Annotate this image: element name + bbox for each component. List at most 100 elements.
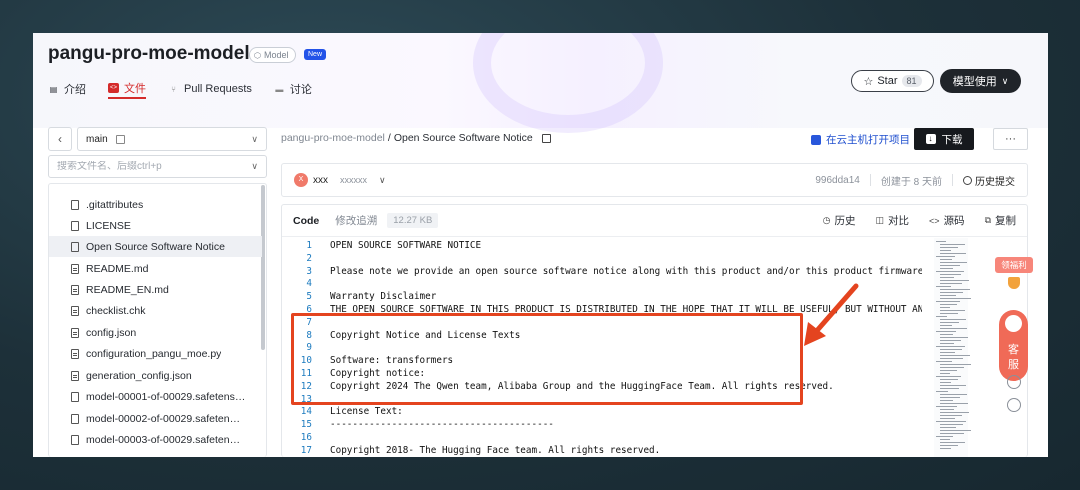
minimap-line (940, 247, 958, 248)
file-item[interactable]: configuration_pangu_moe.py (49, 343, 262, 364)
commit-hash[interactable]: 996dda14 (815, 175, 860, 186)
branch-select[interactable]: main ∨ (77, 127, 267, 151)
file-item[interactable]: model-00002-of-00029.safeten… (49, 408, 262, 429)
repo-tabs: ▤ 介绍 <> 文件 ⑂ Pull Requests ▬ 讨论 (48, 79, 312, 99)
pointer-arrow-icon (804, 283, 859, 346)
chevron-down-icon: ∨ (251, 133, 258, 144)
feedback-icon[interactable] (1007, 375, 1021, 389)
code-minimap[interactable] (934, 238, 971, 457)
file-icon (71, 434, 79, 445)
smiley-icon[interactable] (1007, 398, 1021, 412)
minimap-line (940, 262, 967, 263)
customer-service-button[interactable]: 客 服 (999, 310, 1028, 381)
file-name: README_EN.md (86, 283, 169, 296)
minimap-line (936, 301, 960, 302)
source-button[interactable]: <> 源码 (929, 213, 965, 228)
tab-files[interactable]: <> 文件 (108, 79, 146, 99)
minimap-line (940, 319, 966, 320)
tab-blame[interactable]: 修改追溯 (335, 213, 377, 228)
minimap-line (940, 298, 971, 299)
line-number: 15 (300, 419, 312, 431)
file-item[interactable]: README_EN.md (49, 279, 262, 300)
back-button[interactable]: ‹ (48, 127, 72, 151)
line-number: 1 (306, 240, 312, 251)
copy-label: 复制 (995, 215, 1016, 227)
file-item[interactable]: README.md (49, 258, 262, 279)
minimap-line (940, 340, 961, 341)
line-number: 14 (300, 406, 312, 418)
copy-button[interactable]: ⧉ 复制 (985, 213, 1016, 228)
tab-discussion[interactable]: ▬ 讨论 (274, 79, 312, 99)
minimap-line (940, 253, 966, 254)
file-name: LICENSE (86, 219, 131, 232)
json-file-icon (71, 370, 79, 381)
tab-pull-requests-label: Pull Requests (184, 83, 252, 95)
minimap-line (940, 277, 954, 278)
breadcrumb-root[interactable]: pangu-pro-moe-model (281, 132, 385, 144)
minimap-line (940, 280, 969, 281)
source-label: 源码 (943, 215, 965, 227)
minimap-line (940, 349, 962, 350)
chevron-down-icon[interactable]: ∨ (251, 161, 258, 172)
file-search-input[interactable] (57, 161, 252, 172)
copy-icon[interactable] (115, 134, 125, 144)
file-icon (71, 241, 79, 252)
welfare-badge[interactable]: 领福利 (995, 257, 1033, 273)
file-item[interactable]: checklist.chk (49, 300, 262, 321)
model-use-label: 模型使用 (952, 76, 997, 88)
minimap-line (936, 346, 965, 347)
star-count: 81 (901, 75, 922, 87)
minimap-line (940, 433, 964, 434)
star-button[interactable]: ☆ Star 81 (851, 70, 934, 92)
minimap-line (940, 385, 966, 386)
minimap-line (940, 379, 958, 380)
code-file-icon: <> (108, 83, 119, 93)
file-tree: .gitattributes LICENSE Open Source Softw… (48, 183, 267, 457)
more-button[interactable]: ··· (993, 128, 1028, 150)
file-item[interactable]: generation_config.json (49, 365, 262, 386)
minimap-line (940, 322, 959, 323)
minimap-line (940, 370, 957, 371)
file-name: Open Source Software Notice (86, 240, 225, 253)
model-use-button[interactable]: 模型使用 ∨ (940, 69, 1021, 93)
file-search: ∨ (48, 155, 267, 178)
minimap-line (940, 283, 962, 284)
file-item[interactable]: model-00003-of-00029.safeten… (49, 429, 262, 450)
file-item[interactable]: .gitattributes (49, 194, 262, 215)
cube-icon: ⬡ (254, 50, 261, 60)
minimap-line (936, 271, 964, 272)
minimap-line (940, 289, 970, 290)
minimap-line (940, 292, 963, 293)
minimap-line (940, 307, 950, 308)
trophy-icon[interactable] (1008, 277, 1020, 289)
file-name: .gitattributes (86, 198, 144, 211)
minimap-line (940, 397, 960, 398)
history-button[interactable]: ◷ 历史 (823, 213, 856, 228)
download-button[interactable]: ↓ 下载 (914, 128, 974, 150)
json-file-icon (71, 327, 79, 338)
tab-code[interactable]: Code (293, 215, 319, 227)
compare-button[interactable]: ◫ 对比 (876, 213, 910, 228)
minimap-line (940, 388, 959, 389)
tab-pull-requests[interactable]: ⑂ Pull Requests (168, 79, 252, 99)
tab-files-label: 文件 (124, 83, 146, 95)
file-item-selected[interactable]: Open Source Software Notice (49, 236, 262, 257)
code-line: 14 License Text: (282, 406, 403, 419)
commit-author[interactable]: xxx (313, 175, 328, 186)
file-name: configuration_pangu_moe.py (86, 347, 222, 360)
file-item[interactable]: model-00001-of-00029.safetens… (49, 386, 262, 407)
tab-intro-label: 介绍 (64, 84, 86, 96)
commit-history-link[interactable]: 历史提交 (963, 173, 1015, 188)
minimap-line (940, 295, 956, 296)
file-item[interactable]: LICENSE (49, 215, 262, 236)
chevron-down-icon[interactable]: ∨ (379, 175, 386, 186)
compare-label: 对比 (888, 215, 910, 227)
minimap-line (936, 406, 957, 407)
file-item[interactable]: config.json (49, 322, 262, 343)
open-in-cloud-link[interactable]: 在云主机打开项目 (811, 132, 910, 147)
commit-time: 创建于 8 天前 (880, 176, 942, 188)
tab-intro[interactable]: ▤ 介绍 (48, 79, 86, 99)
copy-path-icon[interactable] (541, 133, 551, 143)
minimap-line (940, 448, 951, 449)
line-text: Warranty Disclaimer (330, 291, 437, 303)
